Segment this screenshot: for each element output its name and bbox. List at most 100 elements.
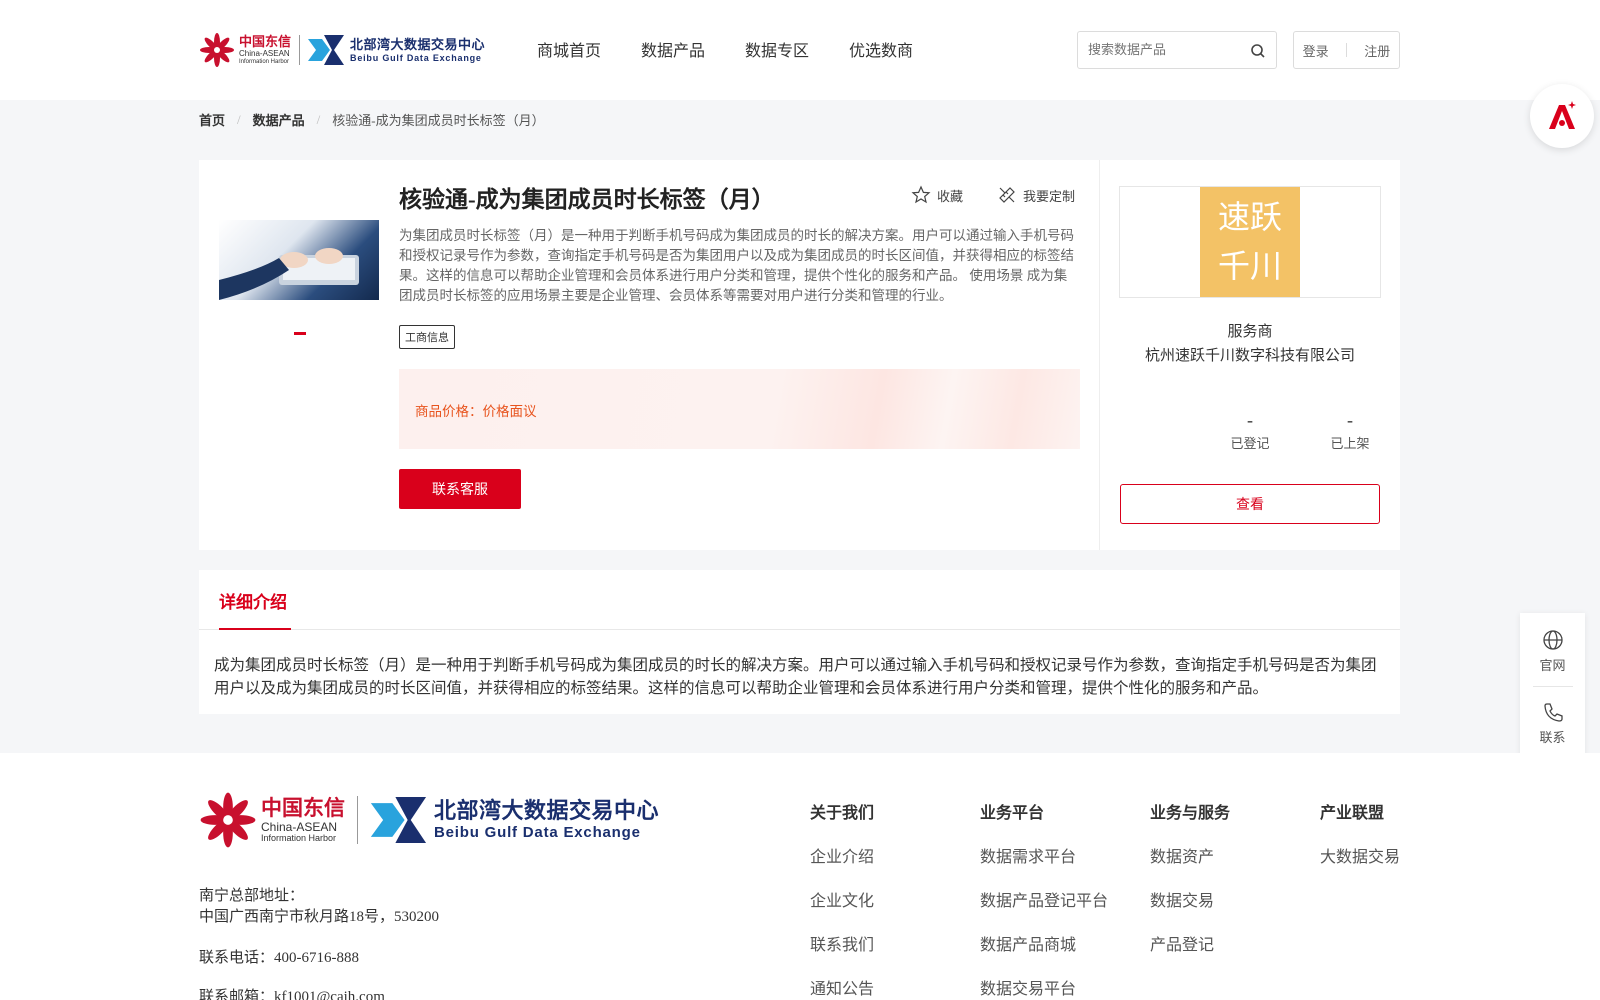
stat-registered-label: 已登记 [1230,436,1270,451]
search-input[interactable] [1078,32,1238,68]
product-tag: 工商信息 [399,325,455,349]
footer-link[interactable]: 企业介绍 [810,843,874,867]
provider-role: 服务商 [1227,324,1273,340]
price-label: 商品价格： [415,404,483,419]
stat-registered: - 已登记 [1200,410,1300,452]
footer-col-platform: 业务平台 数据需求平台 数据产品登记平台 数据产品商城 数据交易平台 [980,799,1108,1000]
breadcrumb: 首页 / 数据产品 / 核验通-成为集团成员时长标签（月） [199,110,545,129]
bg-mark-icon [308,35,345,65]
footer-col-title: 产业联盟 [1320,805,1385,822]
register-link[interactable]: 注册 [1364,41,1390,60]
view-provider-button[interactable]: 查看 [1120,484,1380,524]
footer-link[interactable]: 企业文化 [810,887,874,911]
detail-card: 详细介绍 成为集团成员时长标签（月）是一种用于判断手机号码成为集团成员的时长的解… [199,570,1400,714]
search-box [1077,31,1277,69]
ruler-pencil-icon [999,187,1015,203]
footer-phone: 联系电话：400-6716-888 [199,950,359,966]
website-button[interactable]: 官网 [1520,629,1585,674]
footer-col-about: 关于我们 企业介绍 企业文化 联系我们 通知公告 [810,799,874,1000]
footer-logo-divider [357,796,358,844]
footer-col-services: 业务与服务 数据资产 数据交易 产品登记 [1150,799,1230,975]
provider-name: 杭州速跃千川数字科技有限公司 [1144,348,1355,364]
footer-link[interactable]: 产品登记 [1150,931,1230,955]
footer-link[interactable]: 数据需求平台 [980,843,1108,867]
website-label: 官网 [1539,658,1566,673]
card-divider [1099,160,1100,550]
footer-email: 联系邮箱：kf1001@caih.com [199,989,385,1000]
footer-link[interactable]: 数据产品登记平台 [980,887,1108,911]
footer-link[interactable]: 联系我们 [810,931,874,955]
search-icon[interactable] [1250,43,1266,59]
ai-assistant-button[interactable] [1530,84,1594,148]
beibu-gulf-logo: 北部湾大数据交易中心 Beibu Gulf Data Exchange [308,35,485,65]
product-thumbnail [219,220,379,300]
footer-link[interactable]: 数据交易平台 [980,975,1108,999]
star-icon [911,185,931,204]
stat-listed-label: 已上架 [1330,436,1370,451]
footer-col-title: 关于我们 [810,805,875,822]
footer-logo-cn-line3: Information Harbor [261,832,337,843]
contact-button[interactable]: 联系 [1520,701,1585,746]
login-link[interactable]: 登录 [1303,41,1329,60]
footer-logo-bg-line1: 北部湾大数据交易中心 [434,798,660,823]
nav-item-home[interactable]: 商城首页 [537,37,641,61]
customize-button[interactable]: 我要定制 [997,185,1075,205]
contact-label: 联系 [1539,730,1566,745]
footer-address: 中国广西南宁市秋月路18号，530200 [199,909,440,925]
favorite-button[interactable]: 收藏 [911,185,963,205]
logo-bg-line1: 北部湾大数据交易中心 [350,36,486,52]
customize-label: 我要定制 [1023,188,1076,204]
footer-link[interactable]: 数据交易 [1150,887,1230,911]
side-toolbar: 官网 联系 [1520,613,1585,759]
footer-logo-bg-line2: Beibu Gulf Data Exchange [434,824,641,841]
price-box: 商品价格：价格面议 [399,369,1080,449]
tab-active-indicator [219,628,291,630]
footer-link[interactable]: 通知公告 [810,975,874,999]
thumbnail-indicator [294,332,306,335]
stat-listed: - 已上架 [1300,410,1400,452]
breadcrumb-current: 核验通-成为集团成员时长标签（月） [332,113,545,128]
footer: 中国东信 China-ASEAN Information Harbor 北部湾大… [0,753,1600,1000]
provider-logo-line1: 速跃 [1217,199,1282,235]
footer-address-label: 南宁总部地址： [199,888,305,904]
footer-bg-mark-icon [370,797,427,843]
phone-icon [1543,703,1563,722]
contact-service-button[interactable]: 联系客服 [399,469,521,509]
price-row: 商品价格：价格面议 [415,400,537,420]
tab-detail[interactable]: 详细介绍 [219,588,287,613]
provider-logo-frame: 速跃 千川 [1119,186,1381,298]
site-logo[interactable]: 中国东信 China-ASEAN Information Harbor 北部湾大… [199,30,499,70]
footer-link[interactable]: 数据资产 [1150,843,1230,867]
footer-link[interactable]: 数据产品商城 [980,931,1108,955]
breadcrumb-home[interactable]: 首页 [199,110,225,129]
favorite-label: 收藏 [937,188,964,204]
breadcrumb-category[interactable]: 数据产品 [253,110,305,129]
flower-logo-icon [199,32,235,68]
auth-group: 登录 注册 [1293,31,1400,69]
footer-col-title: 业务平台 [980,805,1045,822]
footer-logo-cn-line1: 中国东信 [261,796,345,820]
globe-icon [1542,630,1563,650]
breadcrumb-separator: / [237,111,241,127]
footer-link[interactable]: 大数据交易 [1320,843,1400,867]
logo-bg-line2: Beibu Gulf Data Exchange [350,52,482,63]
footer-col-alliance: 产业联盟 大数据交易 [1320,799,1400,887]
product-title: 核验通-成为集团成员时长标签（月） [399,187,775,212]
top-header: 中国东信 China-ASEAN Information Harbor 北部湾大… [0,0,1600,100]
product-card: 核验通-成为集团成员时长标签（月） 收藏 我要定制 为集团成员时长标签（月）是一… [199,160,1400,550]
nav-item-data-products[interactable]: 数据产品 [641,37,745,61]
side-toolbar-separator [1533,686,1573,687]
breadcrumb-separator: / [316,111,321,127]
footer-col-title: 业务与服务 [1150,805,1231,822]
nav-item-data-zone[interactable]: 数据专区 [745,37,849,61]
logo-cn-line1: 中国东信 [239,34,292,49]
logo-cn-line2: China-ASEAN [239,49,290,58]
ai-assistant-icon [1549,101,1576,129]
logo-cn-line3: Information Harbor [239,59,290,65]
auth-separator [1345,43,1347,57]
nav-item-vendors[interactable]: 优选数商 [849,37,953,61]
stat-registered-value: - [1247,410,1253,430]
tab-divider [199,629,1400,630]
logo-divider [299,35,301,65]
footer-beibu-gulf-logo: 北部湾大数据交易中心 Beibu Gulf Data Exchange [370,797,659,843]
